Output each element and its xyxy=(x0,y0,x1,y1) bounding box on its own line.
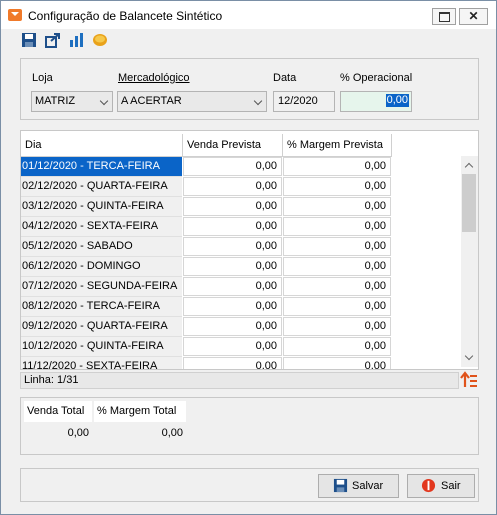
mercadologico-value: A ACERTAR xyxy=(121,95,182,107)
margem-cell[interactable]: 0,00 xyxy=(283,317,391,336)
column-header-venda[interactable]: Venda Prevista xyxy=(183,134,283,157)
margem-cell[interactable]: 0,00 xyxy=(283,357,391,369)
loja-select[interactable]: MATRIZ xyxy=(31,91,113,112)
margem-cell[interactable]: 0,00 xyxy=(283,217,391,236)
margem-cell[interactable]: 0,00 xyxy=(283,197,391,216)
total-venda-value: 0,00 xyxy=(67,427,89,439)
days-grid[interactable]: Dia Venda Prevista % Margem Prevista 01/… xyxy=(20,130,479,370)
close-icon: ✕ xyxy=(468,9,479,23)
status-bar: Linha: 1/31 xyxy=(20,372,459,389)
window-title: Configuração de Balancete Sintético xyxy=(28,9,223,23)
exit-icon xyxy=(421,478,436,493)
day-cell[interactable]: 04/12/2020 - SEXTA-FEIRA xyxy=(21,217,182,237)
total-venda: Venda Total 0,00 xyxy=(24,401,92,440)
column-header-dia[interactable]: Dia xyxy=(21,134,183,157)
table-row[interactable]: 10/12/2020 - QUINTA-FEIRA 0,00 0,00 xyxy=(21,337,392,357)
margem-cell[interactable]: 0,00 xyxy=(283,297,391,316)
salvar-button[interactable]: Salvar xyxy=(318,474,399,498)
venda-cell[interactable]: 0,00 xyxy=(183,157,282,176)
export-icon[interactable] xyxy=(45,32,61,48)
line-counter: Linha: 1/31 xyxy=(24,374,79,386)
totals-panel: Venda Total 0,00 % Margem Total 0,00 xyxy=(20,397,479,455)
total-venda-label: Venda Total xyxy=(27,405,85,417)
sort-icon[interactable] xyxy=(460,371,478,389)
scroll-down-icon[interactable] xyxy=(464,351,474,361)
margem-cell[interactable]: 0,00 xyxy=(283,157,391,176)
filters-panel: Loja MATRIZ Mercadológico A ACERTAR Data… xyxy=(20,58,479,120)
total-margem-value: 0,00 xyxy=(161,427,183,439)
margem-cell[interactable]: 0,00 xyxy=(283,277,391,296)
venda-cell[interactable]: 0,00 xyxy=(183,337,282,356)
mercadologico-select[interactable]: A ACERTAR xyxy=(117,91,267,112)
day-cell[interactable]: 11/12/2020 - SEXTA-FEIRA xyxy=(21,357,182,369)
sair-button[interactable]: Sair xyxy=(407,474,475,498)
venda-cell[interactable]: 0,00 xyxy=(183,177,282,196)
data-label: Data xyxy=(273,72,297,84)
scroll-thumb[interactable] xyxy=(462,174,476,232)
venda-cell[interactable]: 0,00 xyxy=(183,237,282,256)
table-row[interactable]: 07/12/2020 - SEGUNDA-FEIRA 0,00 0,00 xyxy=(21,277,392,297)
minimize-button[interactable] xyxy=(432,8,456,25)
table-row[interactable]: 11/12/2020 - SEXTA-FEIRA 0,00 0,00 xyxy=(21,357,392,369)
margem-cell[interactable]: 0,00 xyxy=(283,257,391,276)
total-margem: % Margem Total 0,00 xyxy=(94,401,186,440)
day-cell[interactable]: 01/12/2020 - TERCA-FEIRA xyxy=(21,157,182,177)
venda-cell[interactable]: 0,00 xyxy=(183,277,282,296)
chart-icon[interactable] xyxy=(69,32,85,48)
margem-cell[interactable]: 0,00 xyxy=(283,177,391,196)
table-row[interactable]: 08/12/2020 - TERCA-FEIRA 0,00 0,00 xyxy=(21,297,392,317)
loja-value: MATRIZ xyxy=(35,95,76,107)
operacional-field[interactable]: 0,00 xyxy=(340,91,412,112)
table-row[interactable]: 06/12/2020 - DOMINGO 0,00 0,00 xyxy=(21,257,392,277)
venda-cell[interactable]: 0,00 xyxy=(183,257,282,276)
column-header-margem[interactable]: % Margem Prevista xyxy=(283,134,392,157)
venda-cell[interactable]: 0,00 xyxy=(183,357,282,369)
operacional-label: % Operacional xyxy=(340,72,413,84)
save-icon[interactable] xyxy=(21,32,37,48)
day-cell[interactable]: 02/12/2020 - QUARTA-FEIRA xyxy=(21,177,182,197)
save-icon xyxy=(333,478,348,493)
venda-cell[interactable]: 0,00 xyxy=(183,217,282,236)
day-cell[interactable]: 06/12/2020 - DOMINGO xyxy=(21,257,182,277)
day-cell[interactable]: 10/12/2020 - QUINTA-FEIRA xyxy=(21,337,182,357)
venda-cell[interactable]: 0,00 xyxy=(183,297,282,316)
title-bar: Configuração de Balancete Sintético ✕ xyxy=(1,1,496,29)
table-row[interactable]: 01/12/2020 - TERCA-FEIRA 0,00 0,00 xyxy=(21,157,392,177)
table-row[interactable]: 03/12/2020 - QUINTA-FEIRA 0,00 0,00 xyxy=(21,197,392,217)
table-row[interactable]: 04/12/2020 - SEXTA-FEIRA 0,00 0,00 xyxy=(21,217,392,237)
day-cell[interactable]: 03/12/2020 - QUINTA-FEIRA xyxy=(21,197,182,217)
data-value: 12/2020 xyxy=(278,95,318,107)
day-cell[interactable]: 07/12/2020 - SEGUNDA-FEIRA xyxy=(21,277,182,297)
window: Configuração de Balancete Sintético ✕ Lo… xyxy=(0,0,497,515)
day-cell[interactable]: 05/12/2020 - SABADO xyxy=(21,237,182,257)
day-cell[interactable]: 08/12/2020 - TERCA-FEIRA xyxy=(21,297,182,317)
table-row[interactable]: 05/12/2020 - SABADO 0,00 0,00 xyxy=(21,237,392,257)
app-icon xyxy=(8,9,22,21)
scroll-up-icon[interactable] xyxy=(464,162,474,172)
data-field[interactable]: 12/2020 xyxy=(273,91,335,112)
footer-panel: Salvar Sair xyxy=(20,468,479,502)
mercadologico-label[interactable]: Mercadológico xyxy=(118,72,190,84)
chevron-down-icon xyxy=(99,96,109,106)
operacional-value: 0,00 xyxy=(385,94,409,107)
margem-cell[interactable]: 0,00 xyxy=(283,237,391,256)
close-button[interactable]: ✕ xyxy=(459,8,488,25)
loja-label: Loja xyxy=(32,72,53,84)
venda-cell[interactable]: 0,00 xyxy=(183,317,282,336)
venda-cell[interactable]: 0,00 xyxy=(183,197,282,216)
salvar-label: Salvar xyxy=(352,480,384,492)
margem-cell[interactable]: 0,00 xyxy=(283,337,391,356)
total-margem-label: % Margem Total xyxy=(97,405,177,417)
vertical-scrollbar[interactable] xyxy=(461,156,478,367)
table-row[interactable]: 02/12/2020 - QUARTA-FEIRA 0,00 0,00 xyxy=(21,177,392,197)
table-row[interactable]: 09/12/2020 - QUARTA-FEIRA 0,00 0,00 xyxy=(21,317,392,337)
day-cell[interactable]: 09/12/2020 - QUARTA-FEIRA xyxy=(21,317,182,337)
restore-icon xyxy=(439,12,450,22)
sair-label: Sair xyxy=(441,480,461,492)
coins-icon[interactable] xyxy=(92,32,108,48)
chevron-down-icon xyxy=(253,96,263,106)
